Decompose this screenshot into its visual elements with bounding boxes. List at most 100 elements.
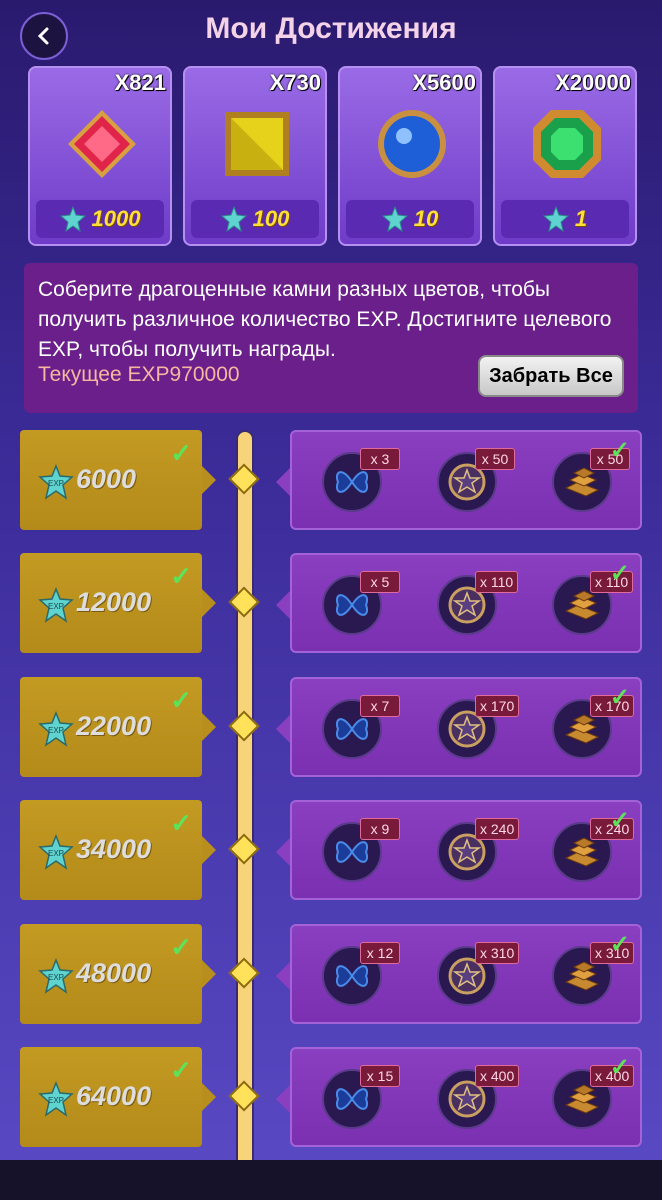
checkmark-icon: ✓: [609, 437, 630, 464]
gem-exp: 1: [501, 200, 629, 238]
reward-count: x 110: [475, 571, 519, 593]
svg-text:EXP: EXP: [48, 1096, 64, 1105]
gem-exp: 1000: [36, 200, 164, 238]
green-gem-icon: [533, 110, 601, 178]
milestone-reward-card: x 7 x 170 x 170 ✓: [276, 677, 642, 777]
reward-item[interactable]: x 50: [437, 448, 515, 512]
reward-item[interactable]: x 310: [552, 942, 635, 1006]
checkmark-icon: ✓: [609, 1054, 630, 1081]
reward-count: x 3: [360, 448, 400, 470]
milestone-exp-card: EXP 22000 ✓: [20, 677, 216, 777]
checkmark-icon: ✓: [170, 1055, 192, 1085]
gem-card-red: X821 1000: [28, 66, 172, 246]
reward-item[interactable]: x 9: [322, 818, 400, 882]
milestone-reward-card: x 12 x 310 x 310 ✓: [276, 924, 642, 1024]
milestone-reward-card: x 9 x 240 x 240 ✓: [276, 800, 642, 900]
blue-gem-icon: [378, 110, 446, 178]
checkmark-icon: ✓: [170, 561, 192, 591]
track-node-icon: [228, 957, 260, 989]
milestone-exp-card: EXP 64000 ✓: [20, 1047, 216, 1147]
reward-count: x 12: [360, 942, 400, 964]
reward-count: x 9: [360, 818, 400, 840]
exp-star-icon: EXP: [38, 834, 74, 870]
milestone-exp-value: 64000: [76, 1081, 152, 1111]
reward-count: x 310: [475, 942, 520, 964]
milestone-row: EXP 12000 ✓ x 5 x 110 x 110 ✓: [0, 553, 662, 653]
milestone-exp-value: 22000: [76, 711, 152, 741]
milestone-exp-value: 12000: [76, 587, 152, 617]
svg-text:EXP: EXP: [48, 726, 64, 735]
red-gem-icon: [68, 110, 136, 178]
checkmark-icon: ✓: [609, 807, 630, 834]
reward-count: x 170: [475, 695, 520, 717]
reward-item[interactable]: x 400: [552, 1065, 635, 1129]
svg-text:EXP: EXP: [48, 602, 64, 611]
gem-card-blue: X5600 10: [338, 66, 482, 246]
track-node-icon: [228, 833, 260, 865]
milestone-reward-card: x 3 x 50 x 50 ✓: [276, 430, 642, 530]
milestone-exp-value: 48000: [76, 958, 152, 988]
milestone-row: EXP 6000 ✓ x 3 x 50 x 50 ✓: [0, 430, 662, 530]
svg-text:EXP: EXP: [48, 973, 64, 982]
reward-count: x 5: [360, 571, 400, 593]
reward-item[interactable]: x 110: [437, 571, 519, 635]
svg-text:EXP: EXP: [48, 849, 64, 858]
exp-star-icon: [381, 206, 408, 232]
exp-star-icon: EXP: [38, 1081, 74, 1117]
gem-exp: 10: [346, 200, 474, 238]
reward-item[interactable]: x 110: [552, 571, 634, 635]
reward-count: x 240: [475, 818, 520, 840]
exp-star-icon: [220, 206, 247, 232]
milestone-reward-card: x 5 x 110 x 110 ✓: [276, 553, 642, 653]
reward-item[interactable]: x 50: [552, 448, 630, 512]
reward-item[interactable]: x 240: [437, 818, 520, 882]
yellow-gem-icon: [225, 112, 289, 176]
exp-star-icon: EXP: [38, 711, 74, 747]
exp-star-icon: EXP: [38, 464, 74, 500]
reward-count: x 15: [360, 1065, 400, 1087]
exp-star-icon: [542, 206, 569, 232]
gem-exp: 100: [191, 200, 319, 238]
gem-exp-value: 100: [252, 206, 290, 231]
milestone-row: EXP 34000 ✓ x 9 x 240 x 240 ✓: [0, 800, 662, 900]
milestone-exp-card: EXP 34000 ✓: [20, 800, 216, 900]
reward-item[interactable]: x 3: [322, 448, 400, 512]
reward-item[interactable]: x 12: [322, 942, 400, 1006]
reward-count: x 400: [475, 1065, 520, 1087]
claim-all-button[interactable]: Забрать Все: [478, 355, 624, 397]
current-exp: Текущее EXP970000: [38, 363, 240, 386]
svg-text:EXP: EXP: [48, 479, 64, 488]
checkmark-icon: ✓: [609, 684, 630, 711]
page-title: Мои Достижения: [205, 12, 457, 45]
gem-card-yellow: X730 100: [183, 66, 327, 246]
checkmark-icon: ✓: [170, 932, 192, 962]
reward-item[interactable]: x 240: [552, 818, 635, 882]
checkmark-icon: ✓: [609, 931, 630, 958]
track-node-icon: [228, 710, 260, 742]
gem-count: X821: [114, 70, 166, 95]
gem-exp-value: 1000: [91, 206, 141, 231]
info-panel: Соберите драгоценные камни разных цветов…: [24, 263, 638, 413]
milestone-exp-value: 6000: [76, 464, 137, 494]
reward-item[interactable]: x 15: [322, 1065, 400, 1129]
checkmark-icon: ✓: [170, 685, 192, 715]
gem-exp-value: 10: [413, 206, 439, 231]
reward-item[interactable]: x 7: [322, 695, 400, 759]
reward-item[interactable]: x 310: [437, 942, 520, 1006]
milestone-exp-card: EXP 12000 ✓: [20, 553, 216, 653]
bottom-bar: [0, 1160, 662, 1200]
reward-item[interactable]: x 5: [322, 571, 400, 635]
gem-card-green: X20000 1: [493, 66, 637, 246]
reward-count: x 7: [360, 695, 400, 717]
reward-item[interactable]: x 170: [437, 695, 520, 759]
milestone-exp-card: EXP 48000 ✓: [20, 924, 216, 1024]
gem-cards: X821 1000 X730 100 X5600 10 X20000 1: [28, 66, 638, 246]
gem-count: X5600: [412, 70, 476, 95]
reward-item[interactable]: x 400: [437, 1065, 520, 1129]
checkmark-icon: ✓: [170, 808, 192, 838]
reward-count: x 50: [475, 448, 515, 470]
exp-star-icon: EXP: [38, 958, 74, 994]
milestone-exp-value: 34000: [76, 834, 152, 864]
milestone-exp-card: EXP 6000 ✓: [20, 430, 216, 530]
reward-item[interactable]: x 170: [552, 695, 635, 759]
